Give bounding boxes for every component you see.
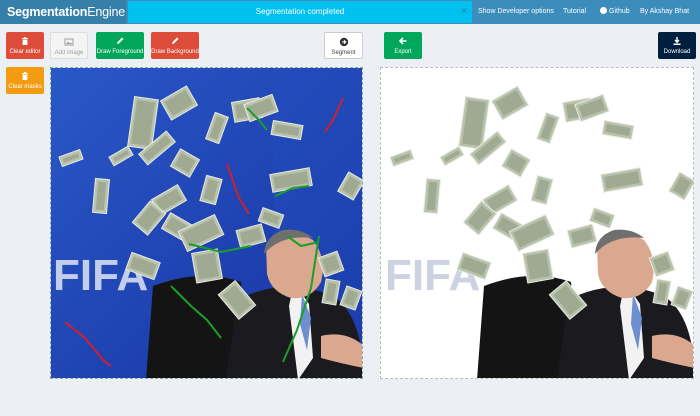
clear-editor-button[interactable]: Clear editor bbox=[6, 32, 44, 59]
download-icon bbox=[672, 36, 682, 46]
add-image-button[interactable]: Add image bbox=[50, 32, 88, 59]
top-navbar: SegmentationEngine Segmentation complete… bbox=[0, 0, 700, 24]
image-icon bbox=[64, 37, 74, 47]
arrow-circle-right-icon bbox=[339, 37, 349, 47]
banknote-print bbox=[195, 252, 219, 280]
pencil-icon bbox=[170, 36, 180, 46]
banknote-print bbox=[526, 252, 550, 280]
github-label: Github bbox=[609, 8, 630, 15]
result-image: FIFA bbox=[381, 68, 693, 378]
result-canvas: FIFA bbox=[380, 67, 694, 379]
github-link[interactable]: Github bbox=[600, 0, 630, 24]
status-alert: Segmentation completed × bbox=[128, 1, 472, 23]
export-label: Export bbox=[394, 49, 412, 55]
draw-foreground-label: Draw Foreground bbox=[96, 49, 144, 55]
clear-masks-label: Clear masks bbox=[8, 84, 42, 90]
trash-icon bbox=[20, 71, 30, 81]
download-label: Download bbox=[663, 49, 691, 55]
add-image-label: Add image bbox=[54, 50, 84, 56]
download-button[interactable]: Download bbox=[658, 32, 696, 59]
draw-background-button[interactable]: Draw Background bbox=[151, 32, 199, 59]
app-logo[interactable]: SegmentationEngine bbox=[0, 0, 126, 24]
clear-masks-button[interactable]: Clear masks bbox=[6, 67, 44, 94]
clear-editor-label: Clear editor bbox=[9, 49, 41, 55]
brand-light: Engine bbox=[87, 5, 125, 19]
alert-text: Segmentation completed bbox=[255, 7, 345, 16]
draw-foreground-button[interactable]: Draw Foreground bbox=[96, 32, 144, 59]
arrow-left-icon bbox=[398, 36, 408, 46]
segment-button[interactable]: Segment bbox=[324, 32, 363, 59]
draw-background-label: Draw Background bbox=[151, 49, 199, 55]
brand-bold: Segmentation bbox=[7, 5, 88, 19]
close-icon[interactable]: × bbox=[461, 1, 467, 23]
editor-image[interactable]: FIFA bbox=[51, 68, 363, 379]
export-button[interactable]: Export bbox=[384, 32, 422, 59]
tutorial-link[interactable]: Tutorial bbox=[563, 0, 586, 24]
editor-canvas[interactable]: FIFA bbox=[50, 67, 363, 379]
developer-options-link[interactable]: Show Developer options bbox=[478, 0, 554, 24]
trash-icon bbox=[20, 36, 30, 46]
pencil-icon bbox=[115, 36, 125, 46]
segment-label: Segment bbox=[331, 50, 356, 56]
author-link[interactable]: By Akshay Bhat bbox=[640, 0, 689, 24]
github-icon bbox=[600, 7, 607, 14]
